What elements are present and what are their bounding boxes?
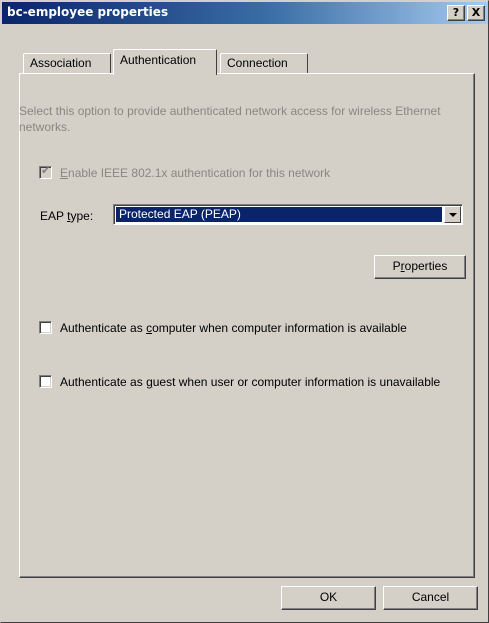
tab-connection[interactable]: Connection [220, 53, 308, 73]
chevron-down-icon [449, 213, 457, 217]
enable-8021x-option[interactable]: ✔ Enable IEEE 802.1x authentication for … [39, 164, 331, 181]
eap-type-value: Protected EAP (PEAP) [116, 207, 442, 222]
auth-as-guest-option[interactable]: Authenticate as guest when user or compu… [39, 374, 459, 390]
eap-type-label: EAP type: [40, 209, 94, 223]
enable-8021x-checkbox[interactable]: ✔ [39, 164, 52, 179]
auth-as-guest-label: Authenticate as guest when user or compu… [60, 375, 441, 389]
help-button[interactable]: ? [447, 5, 465, 21]
auth-as-computer-option[interactable]: Authenticate as computer when computer i… [39, 320, 439, 336]
eap-type-select[interactable]: Protected EAP (PEAP) [113, 204, 463, 225]
auth-as-computer-label: Authenticate as computer when computer i… [60, 321, 407, 335]
tab-association[interactable]: Association [23, 53, 111, 73]
enable-8021x-label: Enable IEEE 802.1x authentication for th… [60, 166, 331, 180]
checkmark-icon: ✔ [41, 164, 51, 177]
close-button[interactable]: X [467, 5, 485, 21]
properties-dialog: bc-employee properties ? X Association A… [0, 0, 489, 623]
tab-authentication[interactable]: Authentication [113, 49, 217, 75]
dropdown-button[interactable] [444, 206, 461, 223]
auth-as-computer-checkbox[interactable] [39, 321, 52, 334]
cancel-button[interactable]: Cancel [383, 586, 478, 610]
properties-button[interactable]: Properties [374, 255, 466, 279]
description-text: Select this option to provide authentica… [19, 104, 441, 134]
window-title: bc-employee properties [7, 5, 169, 19]
title-bar[interactable]: bc-employee properties ? X [2, 2, 488, 24]
auth-as-guest-checkbox[interactable] [39, 375, 52, 388]
ok-button[interactable]: OK [281, 586, 376, 610]
